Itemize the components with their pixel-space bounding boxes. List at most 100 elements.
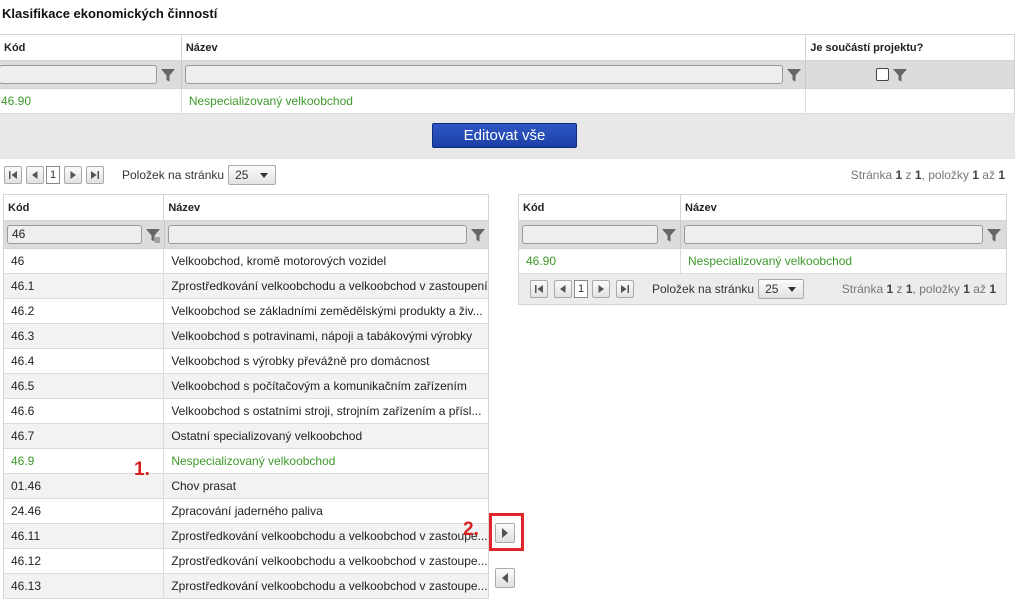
cell-nazev: Zpracování jaderného paliva: [171, 504, 323, 518]
cell-nazev: Nespecializovaný velkoobchod: [688, 254, 853, 268]
per-page-select[interactable]: 25: [758, 279, 805, 299]
grid-body: 46 Velkoobchod, kromě motorových vozidel 4…: [4, 249, 488, 599]
page-number-input[interactable]: 1: [46, 166, 60, 184]
filter-icon[interactable]: [986, 227, 1002, 243]
table-row[interactable]: 46.5 Velkoobchod s počítačovým a komunika…: [4, 374, 488, 399]
table-row[interactable]: 01.46 Chov prasat: [4, 474, 488, 499]
nazev-filter-input[interactable]: [168, 225, 467, 244]
table-row[interactable]: 46.12 Zprostředkování velkoobchodu a velk…: [4, 549, 488, 574]
kod-filter-input[interactable]: [0, 65, 157, 84]
cell-kod: 24.46: [4, 499, 165, 523]
table-row[interactable]: 46.90 Nespecializovaný velkoobchod: [519, 249, 1006, 274]
column-header-kod[interactable]: Kód: [0, 35, 182, 60]
table-row[interactable]: 46.6 Velkoobchod s ostatními stroji, stro…: [4, 399, 488, 424]
nazev-filter-input[interactable]: [184, 65, 783, 84]
table-row[interactable]: 46.11 Zprostředkování velkoobchodu a velk…: [4, 524, 488, 549]
column-header-nazev[interactable]: Název: [681, 195, 1006, 220]
cell-kod: 46.13: [4, 574, 165, 598]
filter-row: [0, 61, 1014, 89]
per-page-value: 25: [235, 168, 249, 182]
table-row[interactable]: 46.9 Nespecializovaný velkoobchod: [4, 449, 488, 474]
first-page-icon: [535, 285, 543, 293]
cell-nazev: Zprostředkování velkoobchodu a velkoobch…: [171, 279, 488, 293]
chevron-down-icon: [260, 172, 269, 178]
page-number-input[interactable]: 1: [574, 280, 588, 298]
cell-kod: 46.90: [0, 89, 182, 113]
kod-filter-input[interactable]: [522, 225, 658, 244]
table-row[interactable]: 46.7 Ostatní specializovaný velkoobchod: [4, 424, 488, 449]
project-classification-grid: Kód Název Je součástí projektu? 46.90 Ne…: [0, 34, 1015, 115]
filter-active-icon[interactable]: [145, 227, 161, 243]
prev-page-icon: [32, 171, 38, 179]
per-page-label: Položek na stránku: [122, 168, 225, 182]
cell-nazev: Velkoobchod, kromě motorových vozidel: [171, 254, 387, 268]
first-page-button[interactable]: [4, 166, 22, 184]
grid-header: Kód Název: [519, 195, 1006, 221]
cell-nazev: Velkoobchod se základními zemědělskými p…: [171, 304, 483, 318]
grid-header: Kód Název: [4, 195, 488, 221]
cell-kod: 46.4: [4, 349, 165, 373]
prev-page-button[interactable]: [26, 166, 44, 184]
prev-page-button[interactable]: [554, 280, 572, 298]
next-page-icon: [598, 285, 604, 293]
kod-filter-input[interactable]: 46: [7, 225, 142, 244]
column-header-kod[interactable]: Kód: [519, 195, 681, 220]
filter-row: 46: [4, 221, 488, 249]
filter-icon[interactable]: [160, 67, 176, 83]
cell-kod: 46: [4, 249, 165, 273]
pager-right: 1 Položek na stránku 25 Stránka 1 z 1, p…: [519, 274, 1006, 304]
edit-button-bar: Editovat vše: [0, 114, 1015, 159]
cell-nazev: Nespecializovaný velkoobchod: [171, 454, 336, 468]
cell-kod: 46.12: [4, 549, 165, 573]
per-page-select[interactable]: 25: [228, 165, 277, 185]
table-row[interactable]: 46.13 Zprostředkování velkoobchodu a velk…: [4, 574, 488, 599]
cell-nazev: Velkoobchod s ostatními stroji, strojním…: [171, 404, 482, 418]
table-row[interactable]: 24.46 Zpracování jaderného paliva: [4, 499, 488, 524]
filter-icon[interactable]: [892, 67, 908, 83]
pager-top: 1 Položek na stránku 25: [4, 161, 277, 189]
cell-nazev: Ostatní specializovaný velkoobchod: [171, 429, 363, 443]
nazev-filter-input[interactable]: [684, 225, 983, 244]
next-page-button[interactable]: [592, 280, 610, 298]
first-page-button[interactable]: [530, 280, 548, 298]
filter-icon[interactable]: [470, 227, 486, 243]
column-header-nazev[interactable]: Název: [164, 195, 488, 220]
table-row[interactable]: 46.1 Zprostředkování velkoobchodu a velko…: [4, 274, 488, 299]
cell-kod: 46.6: [4, 399, 165, 423]
move-left-button[interactable]: [495, 568, 515, 588]
table-row[interactable]: 46.3 Velkoobchod s potravinami, nápoji a …: [4, 324, 488, 349]
soucast-filter-checkbox[interactable]: [875, 68, 889, 81]
cell-kod: 46.3: [4, 324, 165, 348]
cell-nazev: Zprostředkování velkoobchodu a velkoobch…: [171, 579, 488, 593]
table-row[interactable]: 46.4 Velkoobchod s výrobky převážně pro d…: [4, 349, 488, 374]
cell-nazev: Velkoobchod s počítačovým a komunikačním…: [171, 379, 467, 393]
edit-all-button[interactable]: Editovat vše: [432, 123, 577, 148]
available-activities-grid: Kód Název 46 46 Velkoobchod, kromě motoro…: [3, 194, 489, 599]
next-page-icon: [70, 171, 76, 179]
column-header-kod[interactable]: Kód: [4, 195, 165, 220]
cell-kod: 46.5: [4, 374, 165, 398]
cell-kod: 46.90: [519, 249, 681, 273]
first-page-icon: [9, 171, 17, 179]
table-row[interactable]: 46 Velkoobchod, kromě motorových vozidel: [4, 249, 488, 274]
chevron-down-icon: [788, 286, 797, 292]
last-page-icon: [621, 285, 629, 293]
last-page-button[interactable]: [616, 280, 634, 298]
column-header-nazev[interactable]: Název: [182, 35, 807, 60]
arrow-left-icon: [502, 573, 508, 583]
annotation-highlight-box: [489, 513, 524, 551]
table-row[interactable]: 46.90 Nespecializovaný velkoobchod: [0, 89, 1014, 114]
filter-row: [519, 221, 1006, 249]
last-page-button[interactable]: [86, 166, 104, 184]
table-row[interactable]: 46.2 Velkoobchod se základními zemědělský…: [4, 299, 488, 324]
next-page-button[interactable]: [64, 166, 82, 184]
prev-page-icon: [560, 285, 566, 293]
cell-nazev: Velkoobchod s výrobky převážně pro domác…: [171, 354, 430, 368]
column-header-soucast-projektu[interactable]: Je součástí projektu?: [806, 35, 1014, 60]
cell-nazev: Velkoobchod s potravinami, nápoji a tabá…: [171, 329, 473, 343]
filter-icon[interactable]: [661, 227, 677, 243]
selected-activities-grid: Kód Název 46.90 Nespecializovaný velkoob…: [518, 194, 1007, 305]
cell-kod: 46.11: [4, 524, 165, 548]
filter-icon[interactable]: [786, 67, 802, 83]
annotation-marker-1: 1.: [134, 459, 150, 480]
